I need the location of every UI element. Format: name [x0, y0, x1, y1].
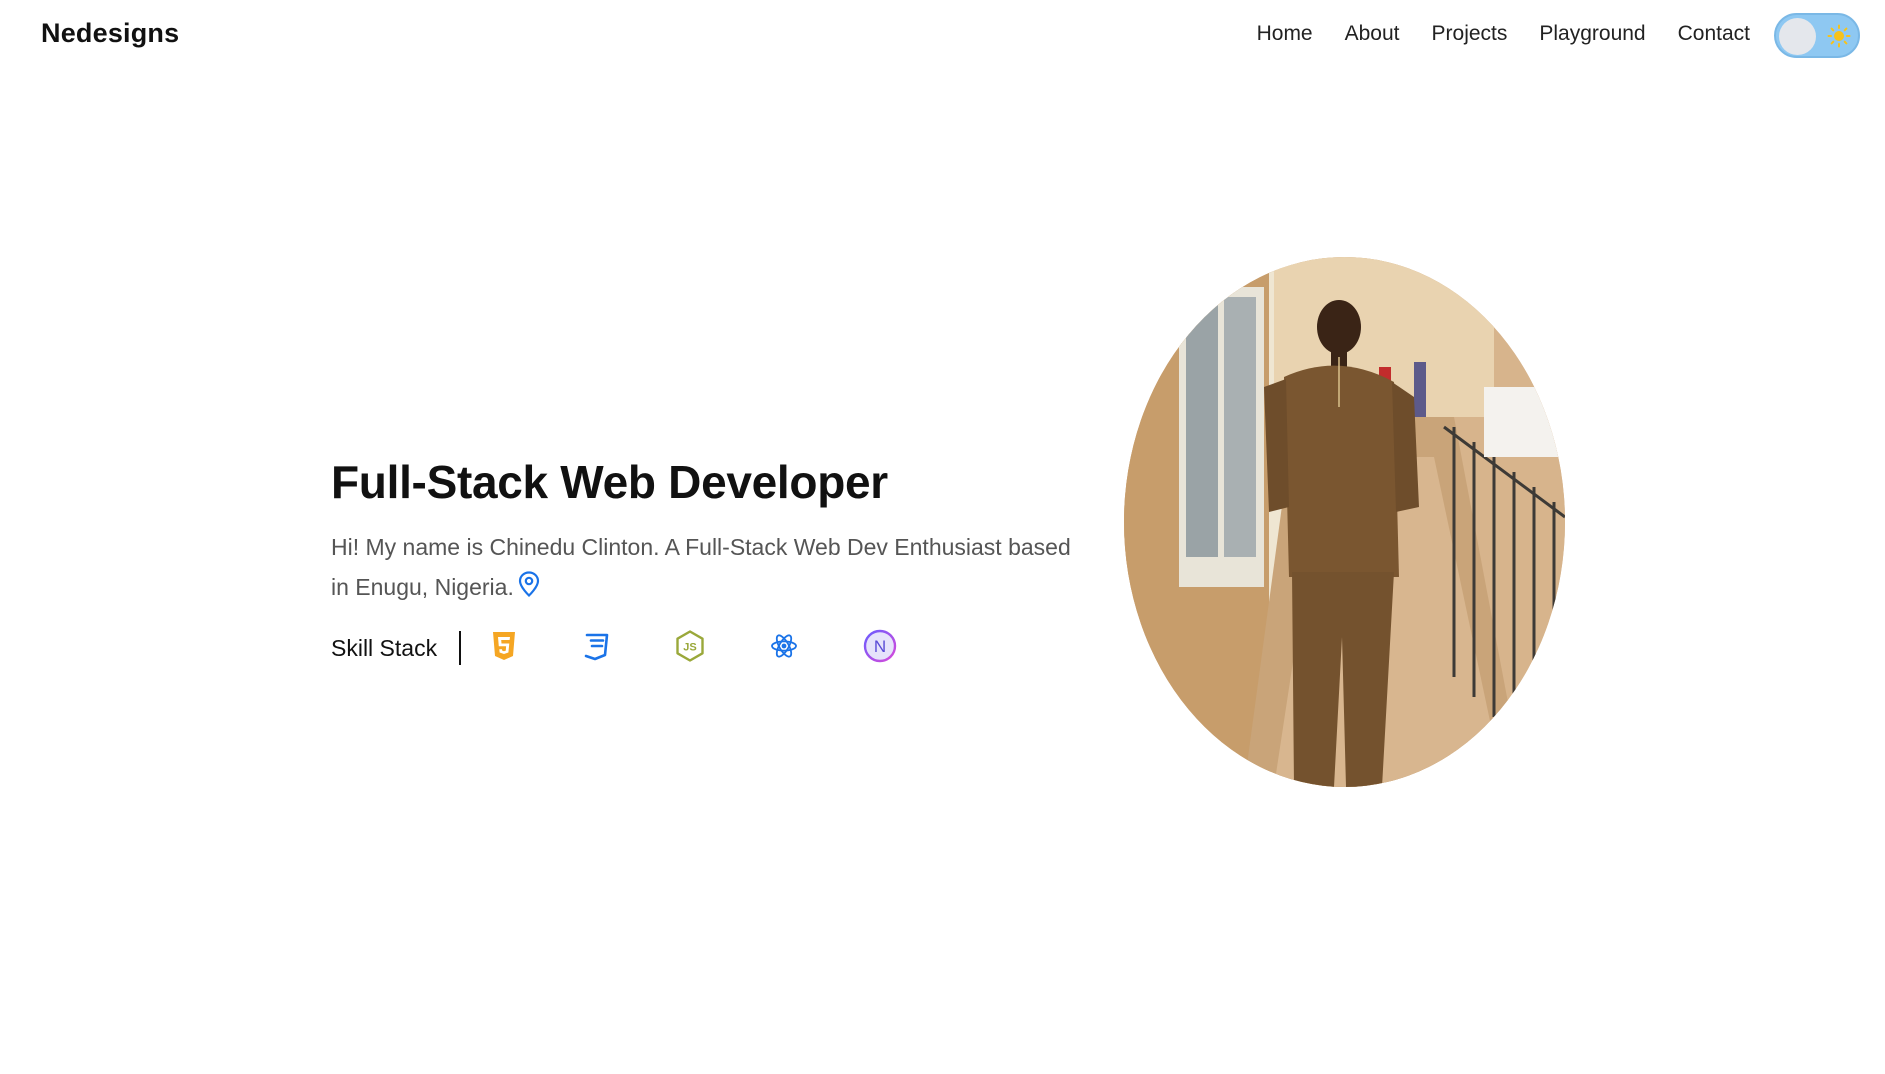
css3-icon — [584, 633, 609, 661]
skill-stack-divider — [459, 631, 462, 665]
map-pin-icon — [518, 571, 539, 597]
skill-stack: Skill Stack — [331, 628, 462, 668]
profile-photo — [1124, 257, 1565, 787]
hero-text: Full-Stack Web Developer Hi! My name is … — [331, 455, 1091, 607]
svg-text:N: N — [874, 637, 886, 656]
toggle-knob — [1779, 18, 1816, 55]
svg-text:JS: JS — [683, 642, 696, 654]
react-icon — [771, 634, 797, 658]
nav-link-playground[interactable]: Playground — [1539, 22, 1645, 46]
hero-description: Hi! My name is Chinedu Clinton. A Full-S… — [331, 527, 1086, 607]
skill-stack-label: Skill Stack — [331, 634, 438, 661]
html5-icon — [493, 632, 515, 660]
hero-title: Full-Stack Web Developer — [331, 456, 888, 508]
site-logo[interactable]: Nedesigns — [41, 18, 179, 49]
navbar: Nedesigns Home About Projects Playground… — [0, 0, 1885, 72]
nav-link-projects[interactable]: Projects — [1432, 22, 1508, 46]
nav-link-home[interactable]: Home — [1257, 22, 1313, 46]
nextjs-icon: N — [863, 629, 897, 663]
hero-description-text: Hi! My name is Chinedu Clinton. A Full-S… — [331, 534, 1071, 600]
nav-link-about[interactable]: About — [1345, 22, 1400, 46]
theme-toggle[interactable] — [1774, 13, 1860, 58]
nav-link-contact[interactable]: Contact — [1678, 22, 1750, 46]
main-nav: Home About Projects Playground Contact — [1257, 22, 1750, 46]
profile-photo-illustration — [1124, 257, 1565, 787]
nodejs-icon: JS — [676, 630, 704, 662]
sun-icon — [1827, 24, 1851, 48]
